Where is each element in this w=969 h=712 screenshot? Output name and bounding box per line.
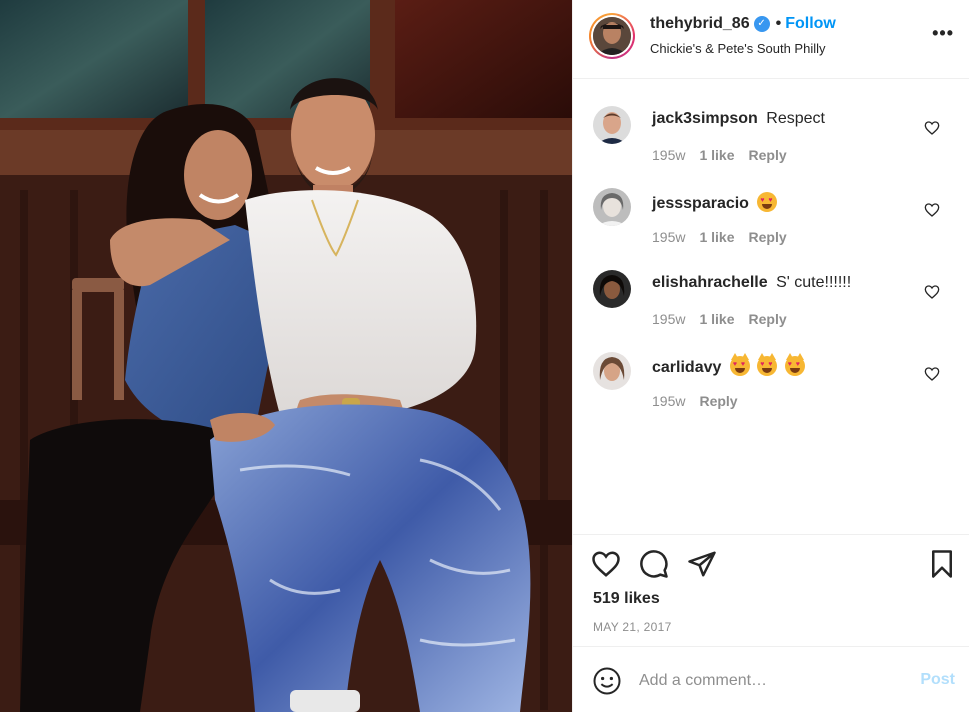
add-comment-bar: Post bbox=[573, 646, 969, 712]
reply-button[interactable]: Reply bbox=[749, 311, 787, 327]
more-options-icon[interactable]: ••• bbox=[932, 24, 954, 42]
comment-text: S' cute!!!!!! bbox=[776, 274, 852, 291]
couple-photo-illustration bbox=[0, 0, 572, 712]
post-comment-button[interactable]: Post bbox=[920, 671, 955, 689]
comment-text: Respect bbox=[766, 110, 825, 127]
comment-like-count[interactable]: 1 like bbox=[699, 147, 734, 163]
comment-avatar[interactable] bbox=[593, 352, 631, 390]
comment-avatar[interactable] bbox=[593, 188, 631, 226]
post-location[interactable]: Chickie's & Pete's South Philly bbox=[650, 41, 826, 56]
comment-item: elishahrachelle S' cute!!!!!! 195w 1 lik… bbox=[573, 270, 969, 350]
bookmark-icon[interactable] bbox=[927, 549, 957, 579]
comment-like-count[interactable]: 1 like bbox=[699, 229, 734, 245]
post-date[interactable]: MAY 21, 2017 bbox=[593, 620, 672, 634]
heart-eyes-face-emoji: ♥ ♥ bbox=[757, 192, 778, 212]
post-actions: 519 likes MAY 21, 2017 bbox=[573, 534, 969, 646]
reply-button[interactable]: Reply bbox=[749, 229, 787, 245]
comment-item: carlidavy ♥ ♥ ♥ ♥ ♥ ♥ 195w Reply bbox=[573, 352, 969, 432]
comment-time[interactable]: 195w bbox=[652, 229, 685, 245]
post-side-panel: thehybrid_86 ✓ • Follow Chickie's & Pete… bbox=[572, 0, 969, 712]
comment-username[interactable]: jack3simpson bbox=[652, 110, 758, 127]
heart-outline-icon[interactable] bbox=[924, 284, 940, 300]
author-username[interactable]: thehybrid_86 bbox=[650, 15, 750, 33]
heart-outline-icon[interactable] bbox=[924, 202, 940, 218]
separator-dot: • bbox=[775, 15, 782, 32]
verified-badge-icon: ✓ bbox=[753, 16, 770, 32]
reply-button[interactable]: Reply bbox=[699, 393, 737, 409]
comment-avatar[interactable] bbox=[593, 270, 631, 308]
comment-item: jack3simpson Respect 195w 1 like Reply bbox=[573, 106, 969, 186]
post-header: thehybrid_86 ✓ • Follow Chickie's & Pete… bbox=[573, 0, 969, 79]
comment-like-count[interactable]: 1 like bbox=[699, 311, 734, 327]
comment-username[interactable]: jesssparacio bbox=[652, 195, 749, 212]
comment-bubble-icon[interactable] bbox=[639, 549, 669, 579]
post-photo[interactable] bbox=[0, 0, 572, 712]
follow-button[interactable]: Follow bbox=[785, 15, 836, 33]
likes-count[interactable]: 519 likes bbox=[593, 590, 660, 608]
comment-avatar[interactable] bbox=[593, 106, 631, 144]
heart-outline-icon[interactable] bbox=[924, 120, 940, 136]
paper-plane-icon[interactable] bbox=[687, 549, 717, 579]
comment-time[interactable]: 195w bbox=[652, 147, 685, 163]
heart-eyes-cat-emoji: ♥ ♥ bbox=[729, 353, 750, 376]
smiley-icon[interactable] bbox=[592, 666, 622, 696]
author-avatar[interactable] bbox=[589, 13, 635, 59]
comment-username[interactable]: elishahrachelle bbox=[652, 274, 768, 291]
comment-input[interactable] bbox=[639, 668, 899, 694]
comments-list: jack3simpson Respect 195w 1 like Reply j… bbox=[573, 79, 969, 534]
heart-outline-icon[interactable] bbox=[924, 366, 940, 382]
reply-button[interactable]: Reply bbox=[749, 147, 787, 163]
comment-time[interactable]: 195w bbox=[652, 311, 685, 327]
comment-username[interactable]: carlidavy bbox=[652, 359, 721, 376]
heart-outline-icon[interactable] bbox=[591, 549, 621, 579]
heart-eyes-cat-emoji: ♥ ♥ bbox=[757, 353, 778, 376]
heart-eyes-cat-emoji: ♥ ♥ bbox=[784, 353, 805, 376]
comment-time[interactable]: 195w bbox=[652, 393, 685, 409]
comment-item: jesssparacio ♥ ♥ 195w 1 like Reply bbox=[573, 188, 969, 268]
